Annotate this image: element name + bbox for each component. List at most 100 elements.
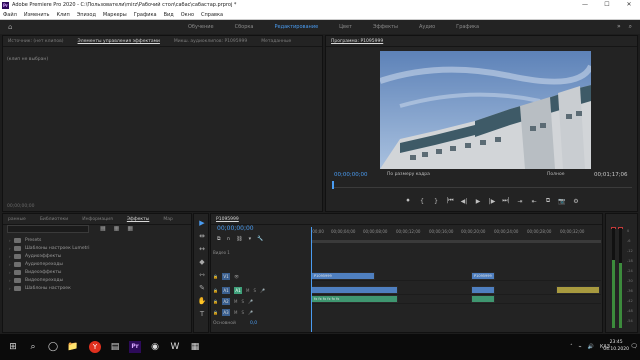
- mute-icon[interactable]: M: [246, 288, 249, 293]
- selection-tool-icon[interactable]: ▶: [197, 218, 207, 228]
- timeline-playhead[interactable]: [311, 227, 312, 332]
- tab-effects[interactable]: Эффекты: [127, 217, 150, 222]
- media-app-icon[interactable]: ◉: [146, 338, 164, 356]
- notifications-icon[interactable]: 🗨: [630, 343, 638, 350]
- mark-out-icon[interactable]: }: [430, 198, 442, 205]
- list-item[interactable]: › Видеоэффекты: [9, 268, 179, 276]
- go-to-in-icon[interactable]: |⏮: [444, 197, 456, 205]
- tab-audio-clip-mixer[interactable]: Микш. аудиоклипов: P1095999: [174, 39, 247, 44]
- menu-markers[interactable]: Маркеры: [103, 12, 127, 18]
- more-workspaces-icon[interactable]: »: [617, 23, 621, 31]
- menu-file[interactable]: Файл: [3, 12, 17, 18]
- mute-icon[interactable]: M: [234, 310, 237, 315]
- video-clip[interactable]: P1095999: [311, 272, 375, 280]
- tab-sequence[interactable]: P1095999: [216, 217, 239, 222]
- compare-view-icon[interactable]: ⧉: [542, 197, 554, 205]
- close-button[interactable]: ✕: [618, 0, 640, 10]
- wrench-icon[interactable]: 🔧: [257, 236, 263, 242]
- razor-tool-icon[interactable]: ◆: [197, 257, 207, 267]
- tab-info[interactable]: Информация: [82, 217, 113, 222]
- menu-view[interactable]: Вид: [164, 12, 174, 18]
- mic-icon[interactable]: 🎤: [260, 288, 265, 293]
- play-icon[interactable]: ▶: [472, 198, 484, 205]
- list-item[interactable]: › Видеопереходы: [9, 276, 179, 284]
- pen-tool-icon[interactable]: ✎: [197, 283, 207, 293]
- video-clip[interactable]: P1095999: [471, 272, 495, 280]
- home-icon[interactable]: ⌂: [8, 23, 16, 31]
- menu-edit[interactable]: Изменить: [24, 12, 50, 18]
- program-timecode[interactable]: 00;00;00;00: [334, 172, 368, 178]
- track-target-a2[interactable]: A2: [221, 298, 230, 305]
- video-clip[interactable]: [556, 286, 600, 294]
- yuv-effects-icon[interactable]: ▦: [127, 225, 133, 232]
- source-patch-a1[interactable]: A1: [233, 287, 242, 294]
- step-forward-icon[interactable]: |▶: [486, 198, 498, 205]
- track-target-v1[interactable]: V1: [221, 273, 230, 280]
- premiere-taskbar-icon[interactable]: Pr: [129, 341, 141, 353]
- solo-icon[interactable]: S: [241, 299, 244, 304]
- step-back-icon[interactable]: ◀|: [458, 198, 470, 205]
- tab-program[interactable]: Программа: P1095999: [331, 39, 383, 44]
- audio-clip[interactable]: [471, 295, 495, 303]
- video-clip[interactable]: [471, 286, 495, 294]
- network-icon[interactable]: ⌁: [579, 340, 582, 354]
- lock-icon[interactable]: 🔒: [213, 288, 218, 293]
- track-select-tool-icon[interactable]: ⇹: [197, 231, 207, 241]
- workspace-graphics[interactable]: Графика: [456, 20, 479, 34]
- lock-icon[interactable]: 🔒: [213, 299, 218, 304]
- master-volume-value[interactable]: 0,0: [250, 321, 257, 326]
- slip-tool-icon[interactable]: ⇿: [197, 270, 207, 280]
- app-icon[interactable]: ▦: [186, 338, 204, 356]
- list-item[interactable]: › Аудиоэффекты: [9, 252, 179, 260]
- tab-libraries[interactable]: Библиотеки: [40, 217, 68, 222]
- workspace-audio[interactable]: Аудио: [419, 20, 435, 34]
- workspace-color[interactable]: Цвет: [339, 20, 352, 34]
- tab-effect-controls[interactable]: Элементы управления эффектами: [78, 39, 160, 44]
- windows-start-icon[interactable]: ⊞: [4, 338, 22, 356]
- chevron-up-icon[interactable]: ˄: [570, 340, 573, 354]
- solo-icon[interactable]: S: [241, 310, 244, 315]
- mute-icon[interactable]: M: [234, 299, 237, 304]
- list-item[interactable]: › Шаблоны настроек: [9, 284, 179, 292]
- track-target-a1[interactable]: A1: [221, 287, 230, 294]
- export-frame-icon[interactable]: 📷: [556, 198, 568, 205]
- 32bit-effects-icon[interactable]: ▦: [114, 225, 120, 232]
- search-icon[interactable]: ⌕: [629, 23, 632, 31]
- solo-icon[interactable]: S: [253, 288, 256, 293]
- menu-help[interactable]: Справка: [201, 12, 223, 18]
- hand-tool-icon[interactable]: ✋: [197, 296, 207, 306]
- tab-source[interactable]: Источник: (нет клипов): [8, 39, 64, 44]
- task-view-icon[interactable]: ◯: [44, 338, 62, 356]
- extract-icon[interactable]: ⇤: [528, 198, 540, 205]
- volume-icon[interactable]: 🔊: [588, 340, 594, 354]
- word-app-icon[interactable]: W: [166, 338, 184, 356]
- add-marker-icon[interactable]: ▾: [249, 236, 252, 242]
- program-playhead[interactable]: [332, 181, 334, 189]
- workspace-learning[interactable]: Обучение: [188, 20, 214, 34]
- maximize-button[interactable]: ☐: [596, 0, 618, 10]
- search-icon[interactable]: ⌕: [24, 338, 42, 356]
- program-time-ruler[interactable]: [332, 182, 632, 188]
- mic-icon[interactable]: 🎤: [248, 310, 253, 315]
- lock-icon[interactable]: 🔒: [213, 274, 218, 279]
- go-to-out-icon[interactable]: ⏭|: [500, 197, 512, 205]
- mic-icon[interactable]: 🎤: [248, 299, 253, 304]
- linked-selection-icon[interactable]: ⛓: [236, 236, 242, 242]
- settings-icon[interactable]: ⚙: [570, 198, 582, 205]
- workspace-assembly[interactable]: Сборка: [235, 20, 254, 34]
- workspace-editing[interactable]: Редактирование: [275, 20, 319, 34]
- list-item[interactable]: › Шаблоны настроек Lumetri: [9, 244, 179, 252]
- type-tool-icon[interactable]: T: [197, 309, 207, 319]
- file-explorer-icon[interactable]: 📁: [64, 338, 82, 356]
- nest-icon[interactable]: ⧉: [217, 236, 221, 242]
- work-area-bar[interactable]: [311, 240, 601, 243]
- list-item[interactable]: › Presets: [9, 236, 179, 244]
- add-marker-icon[interactable]: ⏺: [402, 197, 414, 205]
- ripple-edit-tool-icon[interactable]: ↔: [197, 244, 207, 254]
- list-item[interactable]: › Аудиопереходы: [9, 260, 179, 268]
- tab-metadata[interactable]: Метаданные: [261, 39, 291, 44]
- workspace-effects[interactable]: Эффекты: [373, 20, 398, 34]
- tab-markers[interactable]: Мар: [163, 217, 173, 222]
- lift-icon[interactable]: ⇥: [514, 198, 526, 205]
- menu-clip[interactable]: Клип: [56, 12, 69, 18]
